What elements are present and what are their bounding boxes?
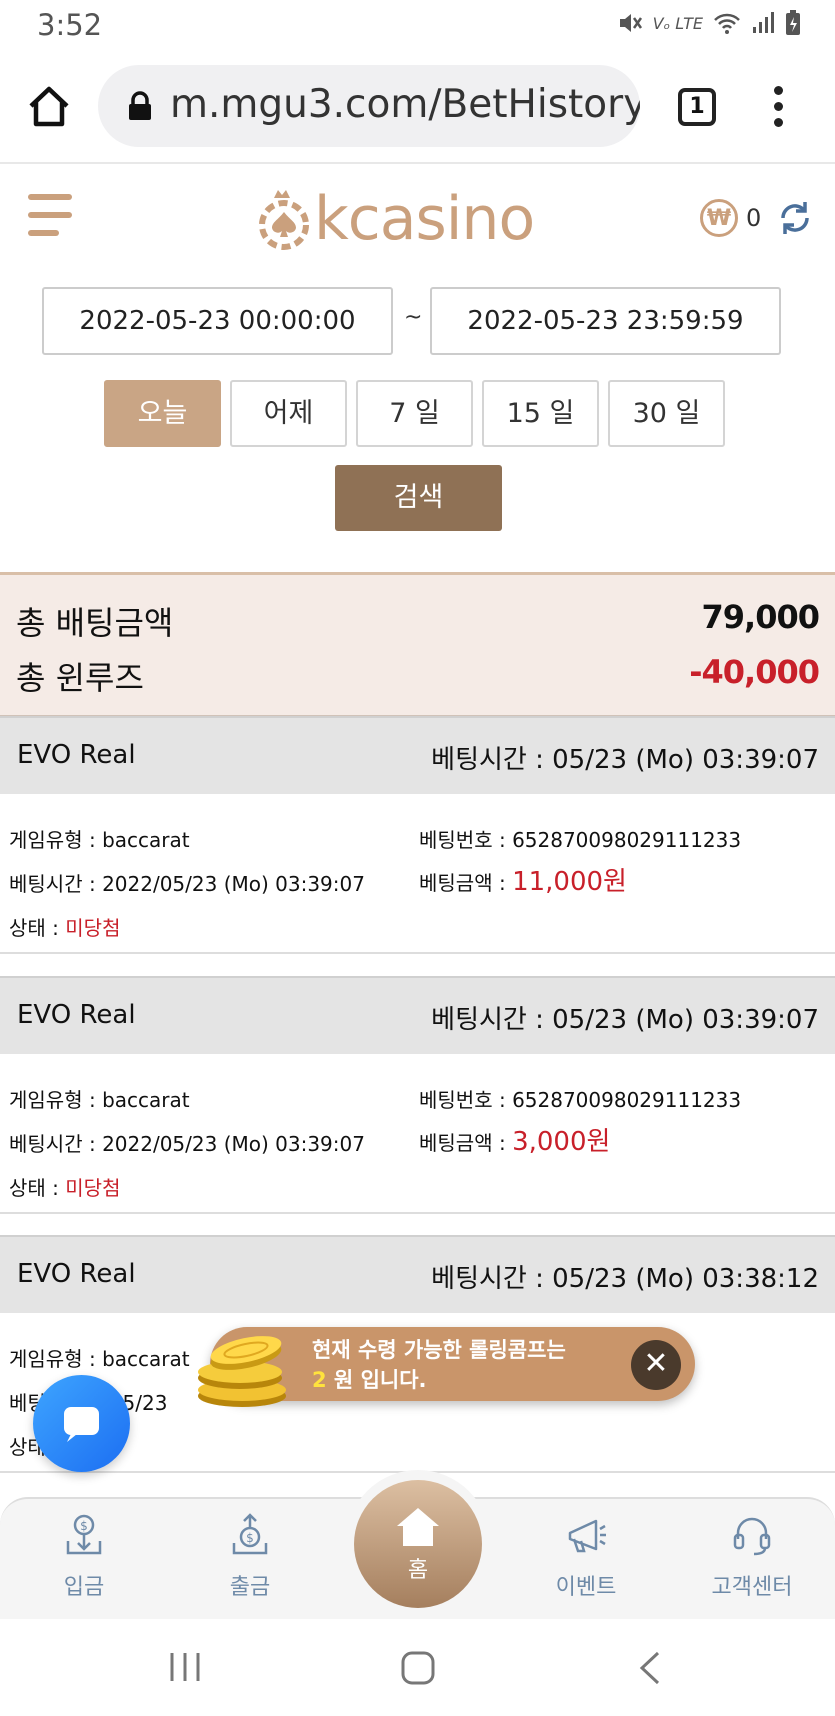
bet-card-header: EVO Real 베팅시간 : 05/23 (Mo) 03:38:12 [0, 1235, 835, 1313]
battery-icon [786, 10, 800, 35]
nav-event[interactable]: 이벤트 [526, 1513, 646, 1601]
browser-toolbar: m.mgu3.com/BetHistory 1 [0, 50, 835, 164]
end-date-input[interactable]: 2022-05-23 23:59:59 [430, 287, 781, 355]
bet-summary: 총 배팅금액 79,000 총 윈루즈 -40,000 [0, 572, 835, 717]
wifi-icon [714, 13, 740, 34]
balance-value: 0 [746, 204, 762, 232]
gold-coins-icon [198, 1336, 286, 1407]
tab-switcher-button[interactable]: 1 [678, 88, 716, 126]
bet-time-field: 베팅시간 : 2022/05/23 (Mo) 03:39:07 [9, 872, 365, 896]
start-date-input[interactable]: 2022-05-23 00:00:00 [42, 287, 393, 355]
hamburger-menu-icon[interactable] [28, 194, 72, 240]
bet-card: EVO Real 베팅시간 : 05/23 (Mo) 03:39:07 게임유형… [0, 716, 835, 954]
lock-icon [129, 91, 151, 120]
bet-number-field: 베팅번호 : 652870098029111233 [419, 1088, 742, 1112]
status-time: 3:52 [37, 8, 103, 42]
bet-header-time: 베팅시간 : 05/23 (Mo) 03:39:07 [431, 1005, 819, 1035]
nav-home-button[interactable]: 홈 [354, 1480, 482, 1608]
bet-amount-field: 베팅금액 : 3,000원 [419, 1127, 611, 1157]
bet-card-header: EVO Real 베팅시간 : 05/23 (Mo) 03:39:07 [0, 716, 835, 794]
status-bar: 3:52 Vₒ LTE [0, 0, 835, 50]
toast-message: 현재 수령 가능한 롤링콤프는 2 원 입니다. [312, 1338, 566, 1392]
nav-deposit[interactable]: $ 입금 [24, 1513, 144, 1601]
bet-time-field: 베팅시간 : 2022/05/23 (Mo) 03:39:07 [9, 1132, 365, 1156]
status-icons: Vₒ LTE [617, 10, 801, 36]
recent-apps-icon[interactable] [168, 1651, 202, 1683]
url-bar[interactable]: m.mgu3.com/BetHistory [98, 65, 640, 147]
megaphone-icon [568, 1519, 606, 1553]
date-separator: ~ [404, 305, 423, 330]
close-icon[interactable]: ✕ [631, 1340, 681, 1390]
game-name: EVO Real [17, 1259, 136, 1289]
game-type-field: 게임유형 : baccarat [9, 828, 190, 852]
range-15days-button[interactable]: 15 일 [482, 380, 599, 447]
total-bet-value: 79,000 [701, 598, 820, 636]
game-type-field: 게임유형 : baccarat [9, 1347, 190, 1371]
bet-header-time: 베팅시간 : 05/23 (Mo) 03:38:12 [431, 1264, 819, 1294]
bet-status-field: 상태 : 미당첨 [9, 916, 121, 940]
mute-icon [619, 14, 642, 32]
game-name: EVO Real [17, 1000, 136, 1030]
bet-card: EVO Real 베팅시간 : 05/23 (Mo) 03:39:07 게임유형… [0, 976, 835, 1214]
date-range: 2022-05-23 00:00:00 ~ 2022-05-23 23:59:5… [42, 287, 781, 355]
chat-button[interactable] [33, 1375, 130, 1472]
logo-text: kcasino [314, 184, 535, 254]
bet-number-field: 베팅번호 : 652870098029111233 [419, 828, 742, 852]
game-type-field: 게임유형 : baccarat [9, 1088, 190, 1112]
home-icon [397, 1508, 439, 1546]
wallet: ₩ 0 [700, 198, 815, 238]
bet-header-time: 베팅시간 : 05/23 (Mo) 03:39:07 [431, 745, 819, 775]
svg-text:$: $ [246, 1531, 254, 1545]
svg-text:$: $ [80, 1519, 88, 1533]
toast-amount: 2 [312, 1368, 327, 1392]
signal-icon [753, 12, 774, 33]
game-name: EVO Real [17, 740, 136, 770]
system-nav-bar [0, 1619, 835, 1716]
total-winloss-value: -40,000 [689, 653, 820, 691]
chat-icon [64, 1407, 99, 1442]
browser-menu-icon[interactable] [772, 86, 784, 130]
home-icon[interactable] [26, 84, 72, 130]
bet-status-field: 상태 : 미당첨 [9, 1176, 121, 1200]
total-winloss-label: 총 윈루즈 [16, 659, 144, 697]
bet-amount-field: 베팅금액 : 11,000원 [419, 867, 627, 897]
volte-icon: Vₒ LTE [652, 13, 703, 33]
nav-support[interactable]: 고객센터 [692, 1513, 812, 1601]
quick-range-buttons: 오늘 어제 7 일 15 일 30 일 [104, 380, 725, 447]
nav-withdraw[interactable]: $ 출금 [190, 1513, 310, 1601]
site-header: kcasino ₩ 0 [0, 164, 835, 274]
bet-card-header: EVO Real 베팅시간 : 05/23 (Mo) 03:39:07 [0, 976, 835, 1054]
range-7days-button[interactable]: 7 일 [356, 380, 473, 447]
range-today-button[interactable]: 오늘 [104, 380, 221, 447]
system-home-icon[interactable] [401, 1651, 435, 1685]
spade-chip-icon [259, 190, 309, 250]
range-30days-button[interactable]: 30 일 [608, 380, 725, 447]
search-button[interactable]: 검색 [335, 465, 502, 531]
won-icon: ₩ [700, 199, 738, 237]
back-icon[interactable] [638, 1651, 662, 1685]
headset-icon [733, 1517, 771, 1556]
site-logo[interactable]: kcasino [256, 184, 556, 254]
url-text: m.mgu3.com/BetHistory [170, 82, 640, 127]
deposit-icon: $ [66, 1514, 102, 1555]
range-yesterday-button[interactable]: 어제 [230, 380, 347, 447]
withdraw-icon: $ [232, 1513, 268, 1555]
refresh-icon[interactable] [775, 198, 815, 238]
total-bet-label: 총 배팅금액 [16, 604, 174, 642]
